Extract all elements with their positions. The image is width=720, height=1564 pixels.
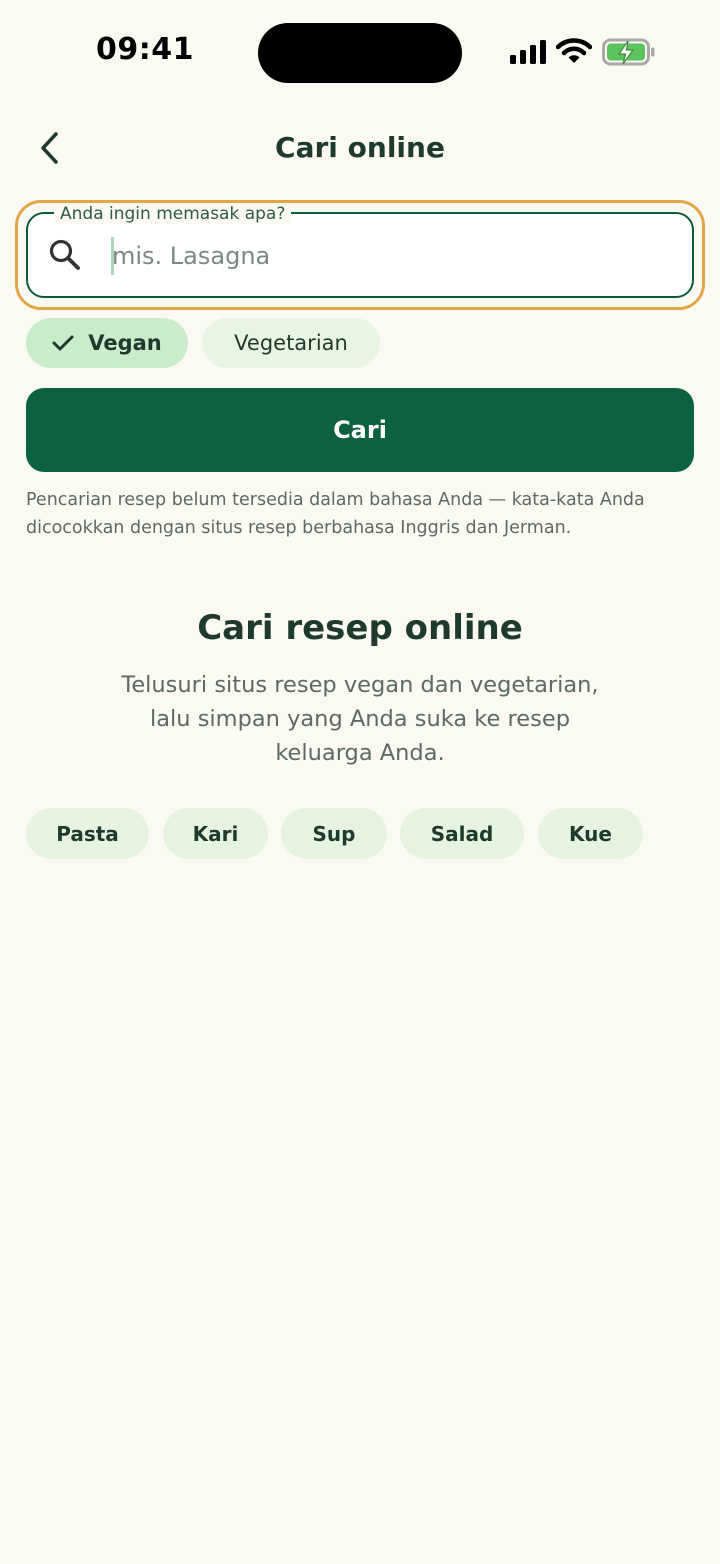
category-chip-kari[interactable]: Kari [163, 808, 268, 859]
page-title: Cari online [275, 131, 445, 164]
category-chip-pasta[interactable]: Pasta [26, 808, 149, 859]
empty-state-description: Telusuri situs resep vegan dan vegetaria… [121, 672, 599, 766]
status-time: 09:41 [96, 32, 194, 67]
category-chip-kue[interactable]: Kue [538, 808, 643, 859]
search-icon [49, 239, 80, 270]
search-field-label: Anda ingin memasak apa? [54, 204, 292, 224]
battery-charging-icon [602, 38, 655, 66]
search-input[interactable] [112, 236, 672, 276]
category-chip-salad[interactable]: Salad [400, 808, 524, 859]
empty-state-title: Cari resep online [197, 608, 523, 648]
filter-chip-vegan[interactable]: Vegan [26, 318, 188, 368]
status-bar: 09:41 [0, 0, 720, 100]
check-icon [52, 335, 74, 351]
wifi-icon [556, 38, 592, 63]
category-chip-sup[interactable]: Sup [281, 808, 387, 859]
filter-chip-label: Vegetarian [234, 331, 348, 355]
dynamic-island [258, 23, 462, 83]
language-note: Pencarian resep belum tersedia dalam bah… [26, 490, 645, 538]
search-button[interactable]: Cari [26, 388, 694, 472]
filter-chip-vegetarian[interactable]: Vegetarian [202, 318, 380, 368]
cellular-signal-icon [510, 40, 546, 64]
filter-chip-label: Vegan [88, 331, 162, 355]
